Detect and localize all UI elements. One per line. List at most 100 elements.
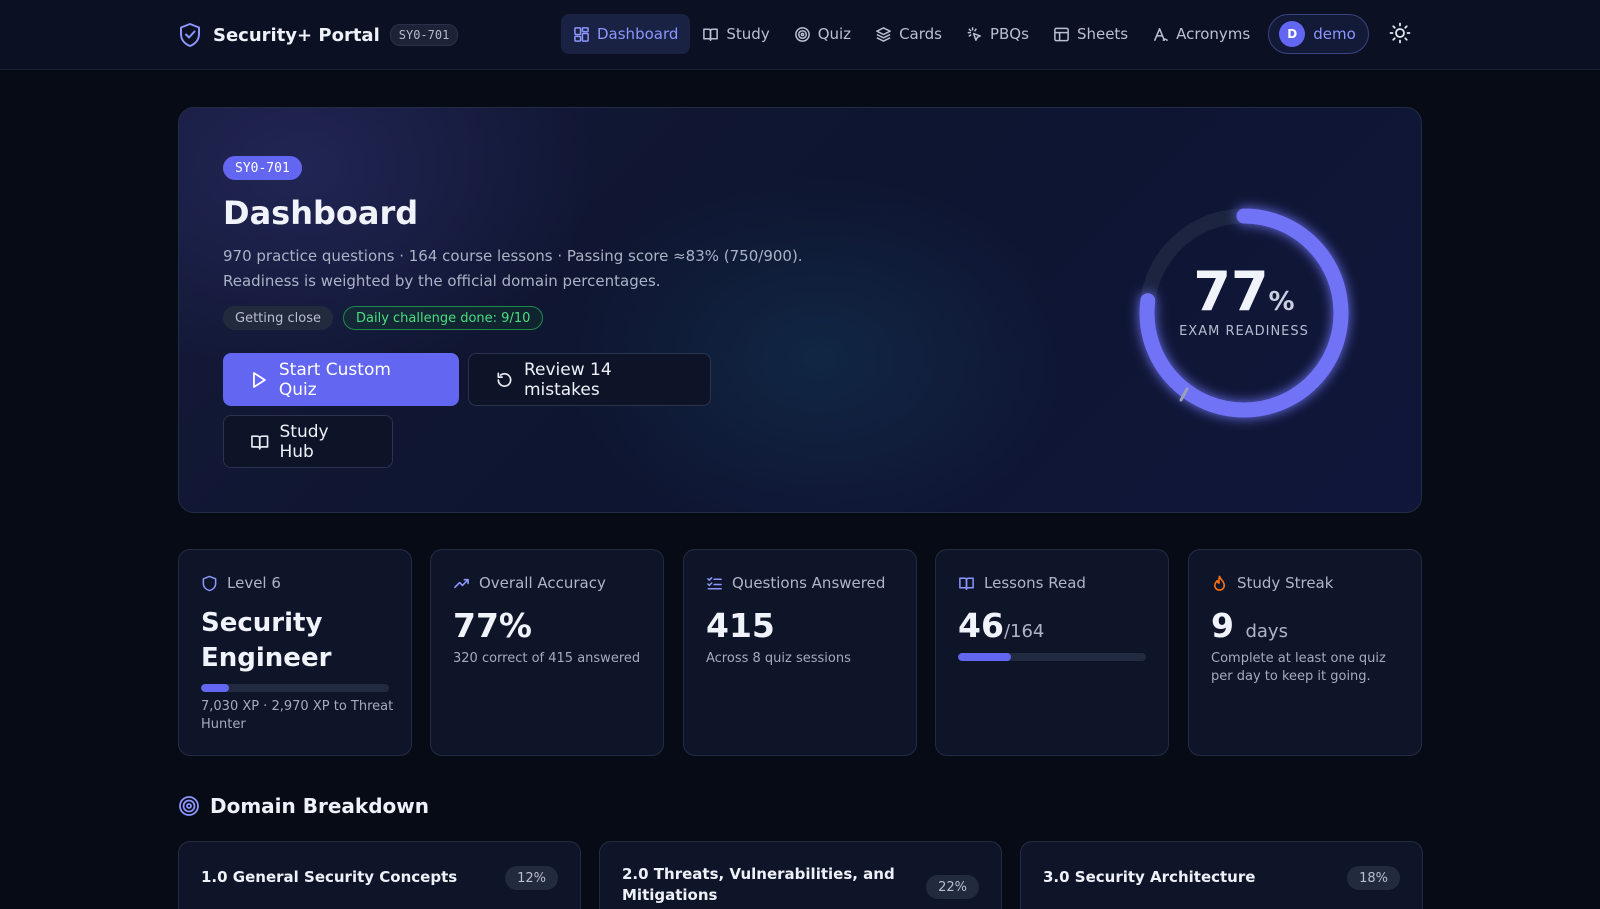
streak-label: Study Streak bbox=[1237, 574, 1334, 592]
lessons-progress-fill bbox=[958, 653, 1011, 661]
start-custom-quiz-label: Start Custom Quiz bbox=[278, 359, 391, 400]
domain-card-1[interactable]: 1.0 General Security Concepts 12% bbox=[178, 841, 581, 909]
review-mistakes-label: Review 14 mistakes bbox=[523, 359, 612, 400]
lessons-total: /164 bbox=[1003, 621, 1045, 642]
domain-card-2[interactable]: 2.0 Threats, Vulnerabilities, and Mitiga… bbox=[599, 841, 1002, 909]
lessons-progress-bar bbox=[958, 653, 1146, 661]
shield-check-icon bbox=[180, 23, 200, 47]
nav-sheets-label: Sheets bbox=[1076, 25, 1129, 43]
questions-header: Questions Answered bbox=[706, 574, 885, 592]
streak-unit: days bbox=[1245, 621, 1288, 642]
streak-count: 9 bbox=[1211, 606, 1234, 645]
streak-detail: Complete at least one quiz per day to ke… bbox=[1211, 651, 1386, 684]
study-hub-label: Study Hub bbox=[279, 421, 329, 462]
lessons-value: 46/164 bbox=[958, 606, 1044, 645]
nav-sheets[interactable]: Sheets bbox=[1041, 14, 1140, 54]
flame-icon bbox=[1213, 575, 1226, 591]
nav-quiz-label: Quiz bbox=[817, 25, 852, 43]
nav-acronyms[interactable]: Acronyms bbox=[1140, 14, 1262, 54]
nav-acronyms-label: Acronyms bbox=[1176, 25, 1251, 43]
questions-value: 415 bbox=[706, 606, 775, 645]
readiness-status-badge: Getting close bbox=[223, 306, 333, 330]
target-icon bbox=[179, 796, 199, 816]
nav-pbqs-label: PBQs bbox=[989, 25, 1029, 43]
user-menu[interactable]: D demo bbox=[1268, 14, 1369, 54]
list-checks-icon bbox=[707, 576, 722, 589]
nav-study[interactable]: Study bbox=[690, 14, 781, 54]
accuracy-header: Overall Accuracy bbox=[453, 574, 606, 592]
book-icon bbox=[959, 577, 974, 590]
readiness-value: 77% bbox=[1125, 260, 1363, 323]
xp-text: 7,030 XP · 2,970 XP to Threat Hunter bbox=[201, 699, 394, 732]
nav-pbqs[interactable]: PBQs bbox=[954, 14, 1041, 54]
start-custom-quiz-button[interactable]: Start Custom Quiz bbox=[223, 353, 459, 406]
text-a-icon bbox=[1154, 27, 1168, 41]
domain-weight-badge: 18% bbox=[1347, 866, 1400, 890]
accuracy-value: 77% bbox=[453, 606, 532, 645]
user-name: demo bbox=[1313, 25, 1356, 43]
xp-progress-fill bbox=[201, 684, 230, 692]
brand-title: Security+ Portal bbox=[213, 24, 380, 46]
domain-name: 1.0 General Security Concepts bbox=[201, 868, 458, 886]
page-title: Dashboard bbox=[223, 194, 419, 232]
accuracy-card: Overall Accuracy 77% 320 correct of 415 … bbox=[430, 549, 664, 756]
status-tags: Getting close Daily challenge done: 9/10 bbox=[223, 306, 553, 330]
review-mistakes-button[interactable]: Review 14 mistakes bbox=[468, 353, 711, 406]
dashboard-icon bbox=[574, 26, 589, 42]
domain-name: 2.0 Threats, Vulnerabilities, and Mitiga… bbox=[622, 865, 895, 904]
domain-weight-badge: 22% bbox=[926, 875, 979, 899]
domain-weight-badge: 12% bbox=[505, 866, 558, 890]
trending-up-icon bbox=[454, 578, 469, 588]
brand[interactable]: Security+ Portal SY0-701 bbox=[178, 20, 459, 50]
rank-title: Security Engineer bbox=[201, 608, 332, 673]
table-icon bbox=[1054, 27, 1069, 41]
lessons-read-card: Lessons Read 46/164 bbox=[935, 549, 1169, 756]
domain-breakdown-header: Domain Breakdown bbox=[178, 794, 429, 818]
target-icon bbox=[794, 26, 810, 42]
nav-quiz[interactable]: Quiz bbox=[782, 14, 863, 54]
lessons-header: Lessons Read bbox=[958, 574, 1086, 592]
hero-description: 970 practice questions · 164 course less… bbox=[223, 247, 803, 290]
readiness-number: 77 bbox=[1193, 260, 1269, 323]
domain-breakdown-title: Domain Breakdown bbox=[210, 794, 429, 818]
exam-code-pill: SY0-701 bbox=[223, 156, 302, 180]
book-icon bbox=[703, 28, 719, 41]
study-streak-card: Study Streak 9 days Complete at least on… bbox=[1188, 549, 1422, 756]
readiness-label: EXAM READINESS bbox=[1179, 324, 1309, 339]
domain-card-3[interactable]: 3.0 Security Architecture 18% bbox=[1020, 841, 1423, 909]
exam-code-badge: SY0-701 bbox=[389, 24, 459, 46]
level-card: Level 6 Security Engineer 7,030 XP · 2,9… bbox=[178, 549, 412, 756]
hero-card: SY0-701 Dashboard 970 practice questions… bbox=[178, 107, 1422, 513]
nav-study-label: Study bbox=[726, 25, 770, 43]
xp-progress-bar bbox=[201, 684, 389, 692]
lessons-label: Lessons Read bbox=[984, 574, 1086, 592]
rotate-ccw-icon bbox=[497, 372, 512, 387]
nav-dashboard-label: Dashboard bbox=[597, 25, 679, 43]
layers-icon bbox=[876, 26, 891, 42]
streak-header: Study Streak bbox=[1211, 574, 1333, 592]
streak-value: 9 days bbox=[1211, 606, 1288, 645]
level-label: Level 6 bbox=[227, 574, 281, 592]
sun-icon[interactable] bbox=[1389, 22, 1411, 44]
top-nav: Security+ Portal SY0-701 Dashboard Study… bbox=[0, 0, 1600, 70]
readiness-unit: % bbox=[1268, 287, 1295, 317]
book-open-icon bbox=[251, 434, 269, 450]
daily-challenge-badge: Daily challenge done: 9/10 bbox=[343, 306, 544, 330]
level-header: Level 6 bbox=[201, 574, 281, 592]
lessons-count: 46 bbox=[958, 606, 1004, 645]
nav-cards[interactable]: Cards bbox=[863, 14, 954, 54]
accuracy-detail: 320 correct of 415 answered bbox=[453, 651, 641, 666]
domain-name: 3.0 Security Architecture bbox=[1043, 868, 1256, 886]
nav-dashboard[interactable]: Dashboard bbox=[561, 14, 691, 54]
avatar: D bbox=[1279, 21, 1306, 47]
play-icon bbox=[253, 371, 266, 388]
shield-icon bbox=[202, 575, 217, 591]
questions-answered-card: Questions Answered 415 Across 8 quiz ses… bbox=[683, 549, 917, 756]
questions-detail: Across 8 quiz sessions bbox=[706, 651, 851, 666]
questions-label: Questions Answered bbox=[732, 574, 886, 592]
study-hub-button[interactable]: Study Hub bbox=[223, 415, 393, 468]
nav-cards-label: Cards bbox=[899, 25, 942, 43]
nav-links: Dashboard Study Quiz Cards PBQs Sheets A… bbox=[561, 14, 1369, 54]
accuracy-label: Overall Accuracy bbox=[479, 574, 606, 592]
cursor-click-icon bbox=[967, 26, 981, 41]
